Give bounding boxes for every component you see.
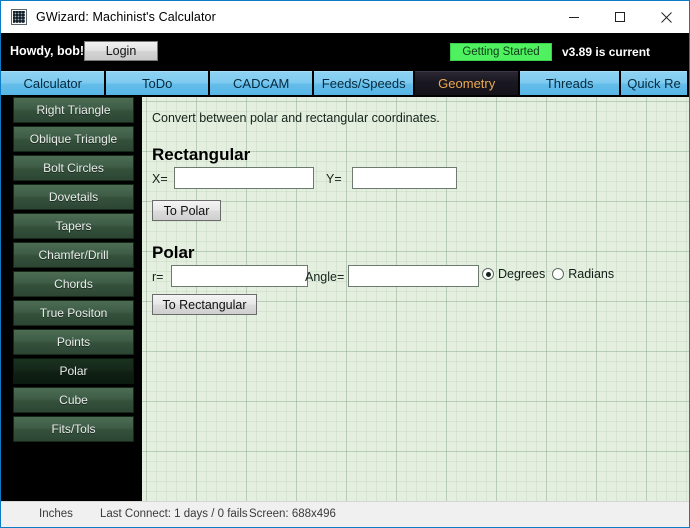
sidebar-item-right-triangle[interactable]: Right Triangle <box>13 97 134 123</box>
geometry-sidebar: Right Triangle Oblique Triangle Bolt Circl… <box>1 95 142 501</box>
application-window: GWizard: Machinist's Calculator Howdy, b… <box>0 0 690 528</box>
radio-label: Radians <box>568 267 615 281</box>
polar-section-title: Polar <box>152 243 195 262</box>
window-controls <box>551 1 689 33</box>
tab-todo[interactable]: ToDo <box>106 71 208 95</box>
to-polar-button[interactable]: To Polar <box>152 200 221 221</box>
sidebar-item-chords[interactable]: Chords <box>13 271 134 297</box>
sidebar-item-label: Right Triangle <box>36 103 111 117</box>
greeting-text: Howdy, bob! <box>10 44 85 58</box>
version-status-text: v3.89 is current <box>562 45 651 59</box>
radio-radians[interactable]: Radians <box>552 267 614 281</box>
sidebar-item-chamfer-drill[interactable]: Chamfer/Drill <box>13 242 134 268</box>
x-field-label: X= <box>152 172 168 186</box>
intro-text: Convert between polar and rectangular co… <box>152 111 440 125</box>
radio-button-icon[interactable] <box>482 268 494 280</box>
sidebar-item-label: Tapers <box>55 219 92 233</box>
close-icon[interactable] <box>643 1 689 33</box>
sidebar-item-fits-tols[interactable]: Fits/Tols <box>13 416 134 442</box>
polar-converter-form: Convert between polar and rectangular co… <box>142 97 689 501</box>
angle-field-label: Angle= <box>305 270 345 284</box>
angle-units-radio-group: Degrees Radians <box>482 267 614 281</box>
sidebar-item-tapers[interactable]: Tapers <box>13 213 134 239</box>
sidebar-item-dovetails[interactable]: Dovetails <box>13 184 134 210</box>
tab-feeds-speeds[interactable]: Feeds/Speeds <box>314 71 413 95</box>
status-last-connect: Last Connect: 1 days / 0 fails <box>100 508 248 520</box>
sidebar-item-points[interactable]: Points <box>13 329 134 355</box>
sidebar-item-label: Dovetails <box>48 190 99 204</box>
tab-quick-re[interactable]: Quick Re <box>620 71 687 95</box>
minimize-icon[interactable] <box>551 1 597 33</box>
tab-label: Geometry <box>438 76 496 91</box>
maximize-icon[interactable] <box>597 1 643 33</box>
rectangular-section-title: Rectangular <box>152 145 251 164</box>
r-field-label: r= <box>152 270 164 284</box>
app-header-bar: Howdy, bob! Login Getting Started v3.89 … <box>1 33 689 71</box>
radio-button-icon[interactable] <box>552 268 565 280</box>
angle-input[interactable] <box>348 265 479 287</box>
sidebar-item-label: Cube <box>59 393 88 407</box>
x-input[interactable] <box>174 167 314 189</box>
sidebar-item-label: Points <box>56 335 91 349</box>
sidebar-item-bolt-circles[interactable]: Bolt Circles <box>13 155 134 181</box>
y-input[interactable] <box>352 167 457 189</box>
sidebar-item-label: Oblique Triangle <box>29 132 118 146</box>
radio-degrees[interactable]: Degrees <box>482 267 545 281</box>
to-rectangular-button[interactable]: To Rectangular <box>152 294 257 315</box>
tab-calculator[interactable]: Calculator <box>1 71 105 95</box>
login-button[interactable]: Login <box>84 41 158 61</box>
sidebar-item-label: Chamfer/Drill <box>38 248 109 262</box>
sidebar-item-cube[interactable]: Cube <box>13 387 134 413</box>
radio-label: Degrees <box>498 267 546 281</box>
tab-label: Feeds/Speeds <box>321 76 406 91</box>
getting-started-button[interactable]: Getting Started <box>450 43 552 61</box>
y-field-label: Y= <box>326 172 342 186</box>
sidebar-item-polar[interactable]: Polar <box>13 358 134 384</box>
sidebar-item-oblique-triangle[interactable]: Oblique Triangle <box>13 126 134 152</box>
status-units: Inches <box>39 508 73 520</box>
tab-geometry[interactable]: Geometry <box>414 71 519 95</box>
sidebar-item-label: Fits/Tols <box>51 422 96 436</box>
sidebar-item-label: Chords <box>54 277 93 291</box>
tab-label: Threads <box>545 76 594 91</box>
window-title: GWizard: Machinist's Calculator <box>36 10 216 24</box>
content-panel: Convert between polar and rectangular co… <box>142 97 689 501</box>
tab-label: CADCAM <box>233 76 290 91</box>
status-bar: Inches Last Connect: 1 days / 0 fails Sc… <box>1 501 689 527</box>
tab-threads[interactable]: Threads <box>520 71 619 95</box>
tab-label: Quick Re <box>627 76 681 91</box>
sidebar-item-label: Polar <box>59 364 88 378</box>
main-tab-bar: Calculator ToDo CADCAM Feeds/Speeds Geometry… <box>1 71 689 95</box>
tab-label: ToDo <box>142 76 173 91</box>
tab-label: Calculator <box>23 76 82 91</box>
sidebar-item-label: Bolt Circles <box>43 161 104 175</box>
title-bar: GWizard: Machinist's Calculator <box>1 1 689 33</box>
calculator-grid-icon <box>11 9 27 25</box>
sidebar-item-true-positon[interactable]: True Positon <box>13 300 134 326</box>
tab-cadcam[interactable]: CADCAM <box>209 71 313 95</box>
status-screen-size: Screen: 688x496 <box>249 508 336 520</box>
r-input[interactable] <box>171 265 308 287</box>
sidebar-item-label: True Positon <box>39 306 108 320</box>
